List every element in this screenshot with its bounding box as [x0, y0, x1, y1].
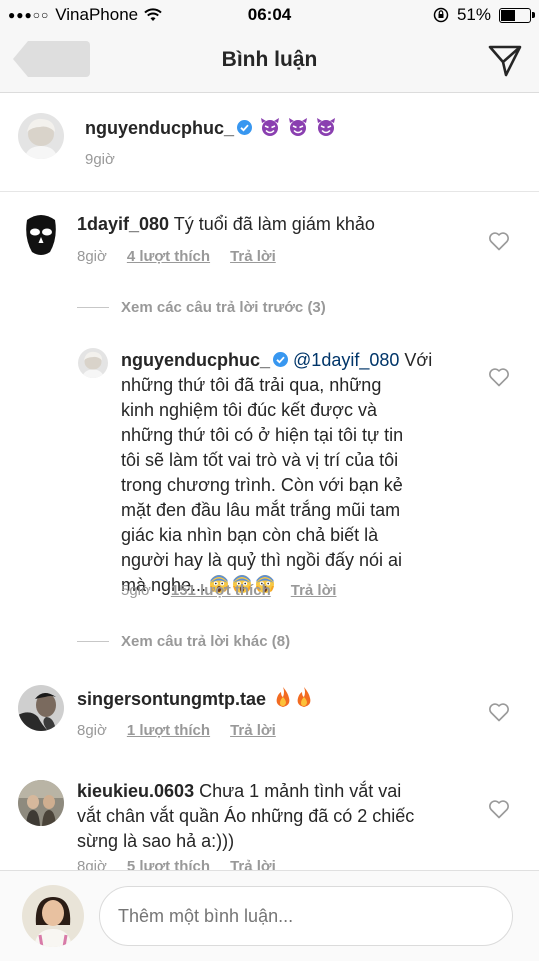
devil-emoji-icon: [317, 118, 336, 136]
post-caption: nguyenducphuc_ 9giờ: [0, 93, 539, 192]
view-previous-replies[interactable]: Xem các câu trả lời trước (3): [77, 299, 326, 316]
heart-icon[interactable]: [488, 799, 510, 819]
likes-link[interactable]: 4 lượt thích: [127, 248, 210, 265]
comment-text: vắt chân vắt quần Áo những đã có 2 chiếc: [77, 806, 415, 826]
heart-icon[interactable]: [488, 231, 510, 251]
avatar[interactable]: [18, 212, 64, 258]
fire-emoji-icon: [297, 687, 311, 707]
battery-icon: [499, 7, 535, 23]
avatar[interactable]: [78, 348, 108, 378]
verified-icon: [273, 352, 289, 367]
likes-link[interactable]: 151 lượt thích: [171, 582, 271, 599]
reply-text-line: giác kia nhìn bạn còn chả biết là: [121, 525, 379, 545]
caption-username[interactable]: nguyenducphuc_: [85, 118, 234, 138]
comment-username[interactable]: kieukieu.0603: [77, 781, 194, 801]
avatar[interactable]: [18, 113, 64, 159]
comment-time: 8giờ: [77, 722, 107, 739]
avatar: [22, 885, 84, 947]
reply-link[interactable]: Trả lời: [230, 248, 276, 265]
comment-username[interactable]: 1dayif_080: [77, 214, 169, 234]
reply-text-line: trong chương trình. Còn với bạn kẻ: [121, 475, 403, 495]
reply-text-line: kinh nghiệm tôi đúc kết được và: [121, 400, 377, 420]
rotation-lock-icon: [433, 7, 449, 23]
comment-text: sừng là sao hả a:))): [77, 831, 235, 851]
avatar[interactable]: [18, 685, 64, 731]
caption-time: 9giờ: [85, 151, 115, 168]
send-icon[interactable]: [487, 43, 523, 79]
status-bar: ●●●○○ VinaPhone 06:04 51%: [0, 0, 539, 30]
nav-bar: Bình luận: [0, 30, 539, 93]
reply-text-line: mặt đen đầu lâu mắt trắng mũi tam: [121, 500, 401, 520]
verified-icon: [237, 120, 253, 135]
comment-text: Tý tuổi đã làm giám khảo: [173, 214, 375, 234]
reply-link[interactable]: Trả lời: [291, 582, 337, 599]
heart-icon[interactable]: [488, 702, 510, 722]
reply-text-line: người hay là quỷ thì ngồi đấy nói ai: [121, 550, 403, 570]
reply-text-line: những thứ tôi đã trải qua, những: [121, 375, 382, 395]
page-title: Bình luận: [221, 48, 318, 71]
likes-link[interactable]: 1 lượt thích: [127, 722, 210, 739]
divider-line: [77, 307, 109, 308]
reply-text-line: những thứ tôi có ở hiện tại tôi tự tin: [121, 425, 404, 445]
reply-username[interactable]: nguyenducphuc_: [121, 350, 270, 370]
reply-time: 5giờ: [121, 582, 151, 599]
devil-emoji-icon: [289, 118, 308, 136]
fire-emoji-icon: [276, 687, 290, 707]
reply-link[interactable]: Trả lời: [230, 722, 276, 739]
view-previous-label: Xem các câu trả lời trước (3): [121, 299, 326, 316]
comment-text: Chưa 1 mảnh tình vắt vai: [199, 781, 402, 801]
comment-input[interactable]: [99, 886, 513, 946]
comment-time: 8giờ: [77, 248, 107, 265]
mention-link[interactable]: @1dayif_080: [293, 350, 399, 370]
battery-percent: 51%: [456, 5, 491, 24]
devil-emoji-icon: [261, 118, 280, 136]
view-other-label: Xem câu trả lời khác (8): [121, 633, 291, 650]
divider-line: [77, 641, 109, 642]
avatar[interactable]: [18, 780, 64, 826]
heart-icon[interactable]: [488, 367, 510, 387]
reply-text-line: Với: [399, 350, 433, 370]
view-other-replies[interactable]: Xem câu trả lời khác (8): [77, 633, 290, 650]
comment-username[interactable]: singersontungmtp.tae: [77, 689, 266, 709]
reply-text-line: tôi sẽ làm tốt vai trò và vị trí của tôi: [121, 450, 399, 470]
comment-composer: [0, 870, 539, 961]
